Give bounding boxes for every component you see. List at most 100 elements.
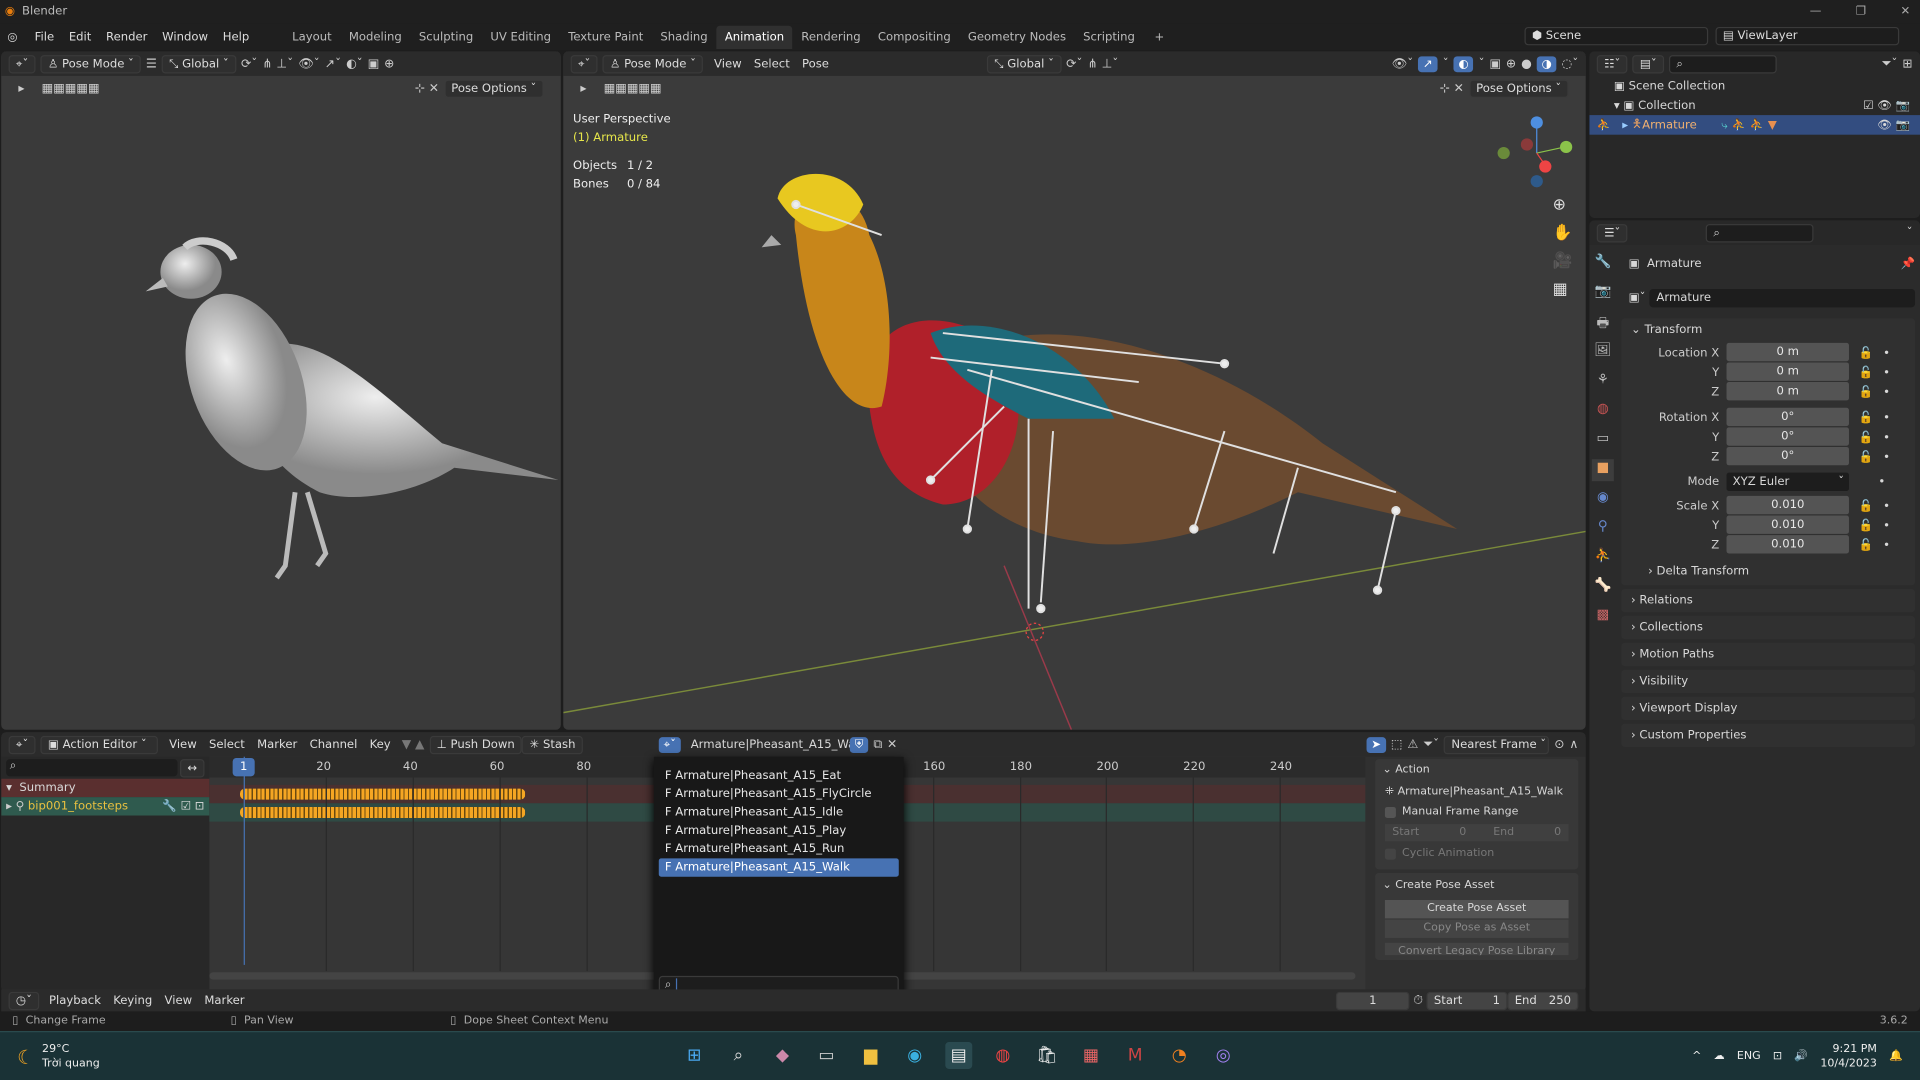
current-frame-indicator[interactable]: 1 (232, 757, 255, 777)
location-z-field[interactable]: 0 m (1726, 382, 1849, 401)
summary-keyframes[interactable] (240, 788, 525, 800)
channel-search-input[interactable]: ⌕ (6, 759, 178, 777)
pan-hand-icon[interactable]: ✋ (1553, 224, 1573, 242)
rotation-mode-dropdown[interactable]: XYZ Euler ˇ (1726, 472, 1849, 491)
menu-playback[interactable]: Playback (43, 994, 107, 1007)
location-y-field[interactable]: 0 m (1726, 362, 1849, 381)
panel-visibility[interactable]: › Visibility (1621, 669, 1916, 694)
keyframe-dot-icon[interactable]: • (1883, 366, 1890, 379)
tab-rendering[interactable]: Rendering (793, 25, 870, 48)
scale-z-field[interactable]: 0.010 (1726, 535, 1849, 554)
world-tab-icon[interactable]: ◍ (1592, 400, 1614, 422)
visibility-toggles[interactable]: ☑ 👁 📷 (1863, 99, 1920, 112)
create-pose-asset-button[interactable]: Create Pose Asset (1384, 900, 1569, 919)
tab-compositing[interactable]: Compositing (869, 25, 959, 48)
scene-tab-icon[interactable]: ⚘ (1592, 371, 1614, 393)
tab-geometry-nodes[interactable]: Geometry Nodes (959, 25, 1074, 48)
copilot-icon[interactable]: ◆ (769, 1042, 796, 1069)
end-frame-field[interactable]: End 250 (1507, 991, 1579, 1010)
maximize-icon[interactable]: ❐ (1856, 0, 1866, 23)
current-frame-field[interactable]: 1 (1336, 991, 1410, 1010)
lock-icon[interactable]: 🔓 (1859, 385, 1874, 398)
main-3d-viewport[interactable]: ⌖ˇ ♙ Pose Mode ˇ View Select Pose ⤡ Global… (563, 51, 1586, 730)
tab-layout[interactable]: Layout (284, 25, 341, 48)
blender-menu-icon[interactable]: ◎ (7, 30, 17, 43)
blender-icon[interactable]: ◔ (1166, 1042, 1193, 1069)
tray-chevron-icon[interactable]: ^ (1692, 1051, 1701, 1063)
menu-render[interactable]: Render (99, 28, 155, 46)
network-icon[interactable]: ⊡ (1773, 1051, 1782, 1063)
action-list-item[interactable]: F Armature|Pheasant_A15_Play (659, 822, 899, 840)
panel-relations[interactable]: › Relations (1621, 588, 1916, 613)
panel-collections[interactable]: › Collections (1621, 615, 1916, 640)
footsteps-keyframes[interactable] (240, 806, 525, 818)
filter-icon[interactable]: ⏷ˇ (1423, 738, 1439, 751)
task-view-icon[interactable]: ▭ (813, 1042, 840, 1069)
falloff-icon[interactable]: ∧ (1569, 738, 1578, 751)
new-collection-icon[interactable]: ⊞ (1902, 57, 1912, 70)
ortho-grid-icon[interactable]: ▦ (1553, 280, 1573, 298)
store-icon[interactable]: 🛍 (1033, 1042, 1060, 1069)
add-workspace-button[interactable]: + (1146, 25, 1173, 48)
chrome-icon[interactable]: ◍ (989, 1042, 1016, 1069)
menu-help[interactable]: Help (215, 28, 256, 46)
scale-x-field[interactable]: 0.010 (1726, 495, 1849, 515)
layer-arrows-icon[interactable]: ▼ ▲ (402, 738, 425, 751)
notification-bell-icon[interactable]: 🔔 (1889, 1051, 1903, 1063)
edge-icon[interactable]: ◉ (901, 1042, 928, 1069)
menu-key[interactable]: Key (363, 738, 396, 751)
tab-texture-paint[interactable]: Texture Paint (560, 25, 652, 48)
action-list-item[interactable]: F Armature|Pheasant_A15_Run (659, 840, 899, 858)
only-selected-toggle[interactable]: ➤ (1366, 736, 1386, 753)
outliner-item-scene-collection[interactable]: ▣ Scene Collection (1589, 76, 1920, 96)
tab-animation[interactable]: Animation (716, 25, 793, 49)
delta-transform-subpanel[interactable]: › Delta Transform (1621, 564, 1915, 577)
rotation-z-field[interactable]: 0° (1726, 446, 1849, 466)
menu-file[interactable]: File (27, 28, 61, 46)
panel-viewport-display[interactable]: › Viewport Display (1621, 696, 1916, 721)
stopwatch-icon[interactable]: ⏱ (1413, 994, 1423, 1007)
fake-user-shield-icon[interactable]: ⛨ (849, 736, 869, 753)
channel-bip001-footsteps[interactable]: ▸ ⚲ bip001_footsteps 🔧 ☑ ⊡ (1, 797, 210, 816)
playhead[interactable] (243, 756, 245, 965)
app-icon[interactable]: M (1122, 1042, 1149, 1069)
channel-toggles[interactable]: 🔧 ☑ ⊡ (162, 800, 209, 813)
keyframe-dot-icon[interactable]: • (1883, 519, 1890, 532)
object-name-field[interactable]: Armature (1649, 288, 1916, 307)
menu-marker[interactable]: Marker (198, 994, 250, 1007)
scene-selector[interactable]: ⬢ Scene (1524, 26, 1709, 46)
lock-icon[interactable]: 🔓 (1859, 366, 1874, 379)
editor-mode-dropdown[interactable]: ▣ Action Editor ˇ (40, 735, 159, 754)
app-icon[interactable]: ▦ (1078, 1042, 1105, 1069)
camera-view-icon[interactable]: 🎥 (1553, 252, 1573, 270)
file-explorer-icon[interactable]: ▆ (857, 1042, 884, 1069)
object-tab-icon[interactable]: ■ (1591, 459, 1614, 482)
render-tab-icon[interactable]: 📷 (1592, 283, 1614, 305)
keyframe-dot-icon[interactable]: • (1883, 538, 1890, 551)
output-tab-icon[interactable]: 🖶 (1592, 312, 1614, 334)
lock-icon[interactable]: 🔓 (1859, 450, 1874, 463)
manual-frame-range-checkbox[interactable]: Manual Frame Range (1375, 803, 1578, 820)
view-layer-tab-icon[interactable]: 🖼 (1592, 342, 1614, 364)
lock-icon[interactable]: 🔓 (1859, 430, 1874, 443)
keyframe-dot-icon[interactable]: • (1883, 411, 1890, 424)
menu-view[interactable]: View (163, 738, 203, 751)
keyframe-dot-icon[interactable]: • (1883, 346, 1890, 359)
physics-tab-icon[interactable]: ◉ (1592, 489, 1614, 511)
search-icon[interactable]: ⌕ (725, 1042, 752, 1069)
editor-type-button[interactable]: ☰ˇ (1596, 223, 1628, 242)
channel-summary[interactable]: ▾ Summary (1, 778, 210, 798)
view-layer-selector[interactable]: ▤ ViewLayer (1715, 26, 1900, 46)
outliner-search-input[interactable]: ⌕ (1668, 54, 1777, 73)
unlink-action-icon[interactable]: ✕ (887, 738, 897, 751)
menu-marker[interactable]: Marker (251, 738, 303, 751)
minimize-icon[interactable]: — (1810, 0, 1822, 23)
constraints-tab-icon[interactable]: ⚲ (1592, 518, 1614, 540)
snap-mode-dropdown[interactable]: Nearest Frame ˇ (1444, 735, 1550, 754)
options-chevron-icon[interactable]: ˇ (1907, 226, 1913, 239)
swap-filter-icon[interactable]: ↔ (180, 758, 205, 777)
object-type-icon[interactable]: ▣ˇ (1629, 291, 1650, 304)
keyframe-dot-icon[interactable]: • (1878, 474, 1885, 487)
outliner-item-collection[interactable]: ▾ ▣ Collection ☑ 👁 📷 (1589, 96, 1920, 116)
keyframe-dot-icon[interactable]: • (1883, 450, 1890, 463)
